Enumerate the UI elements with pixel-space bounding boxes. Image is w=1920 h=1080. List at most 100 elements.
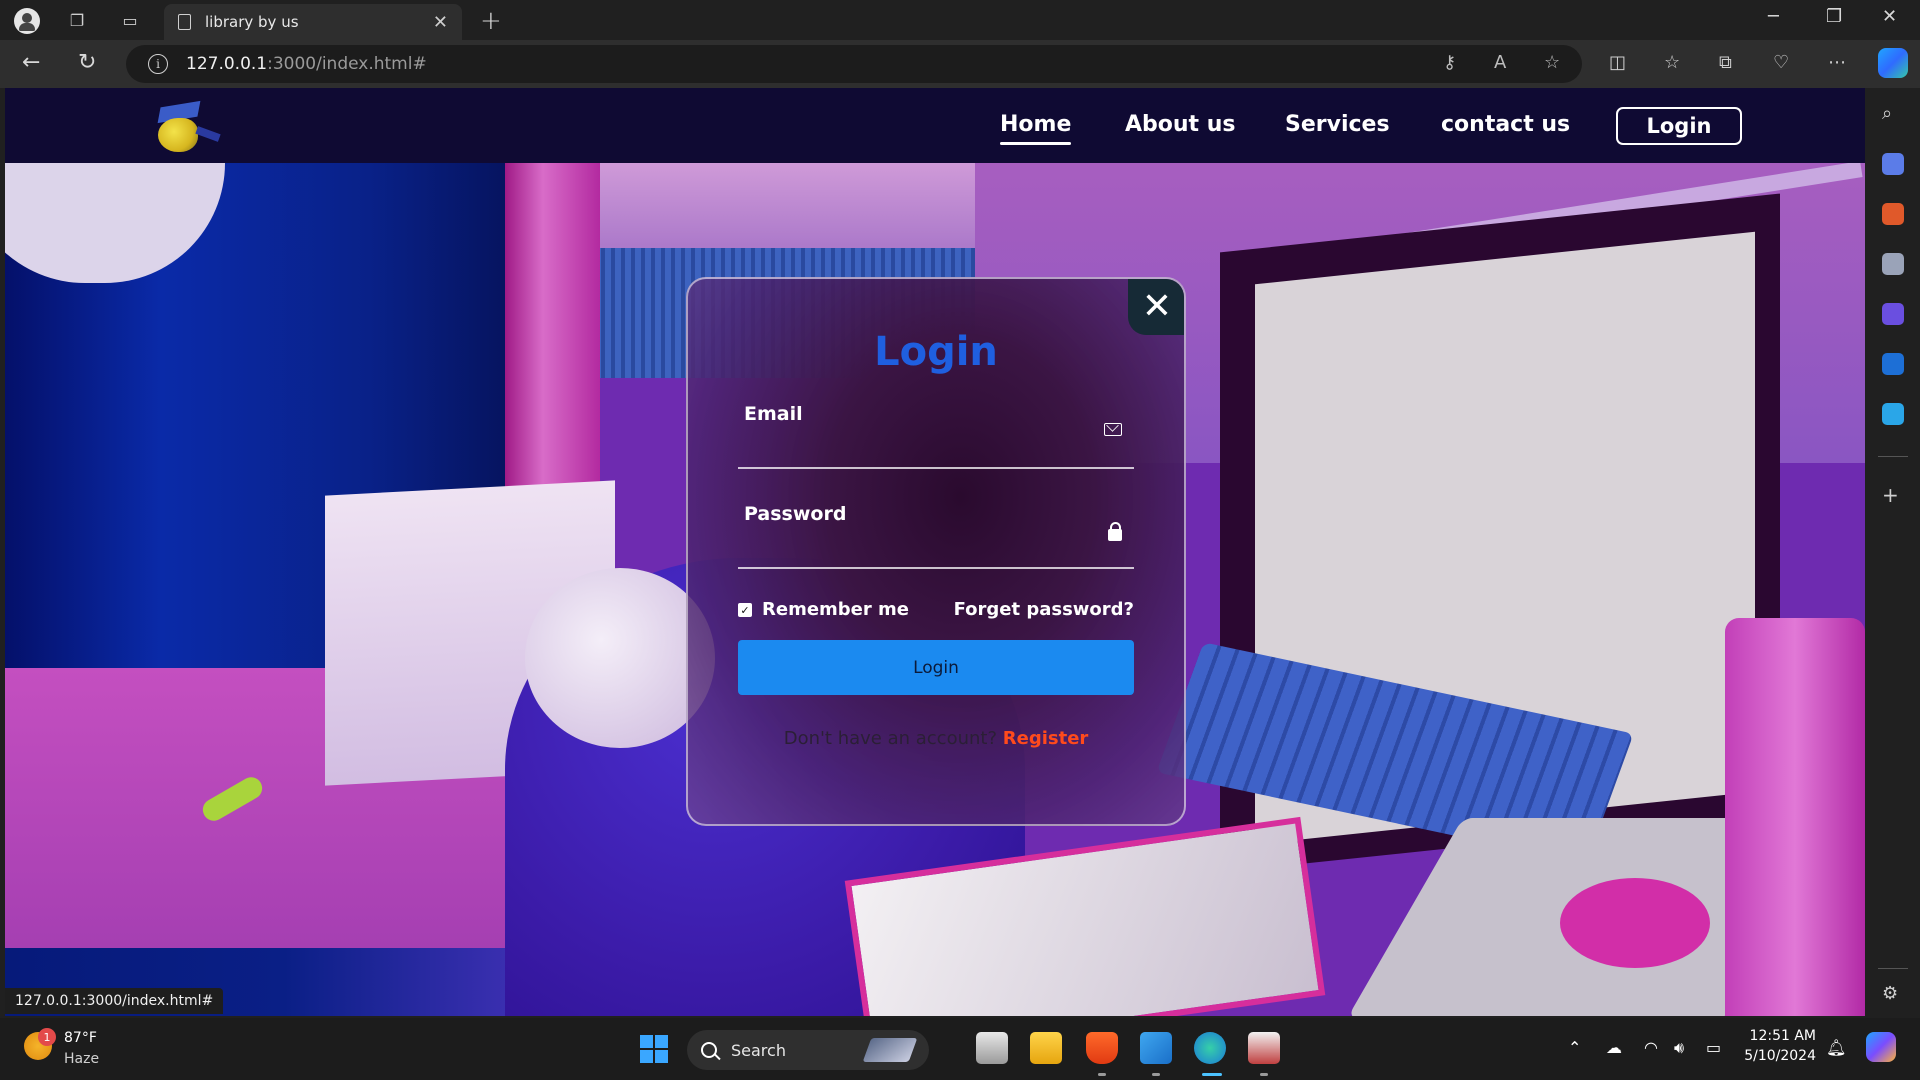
password-key-icon[interactable]: ⚷ [1443, 52, 1456, 73]
collections-icon[interactable]: ⧉ [1719, 52, 1732, 73]
site-header: Home About us Services contact us Login [5, 88, 1865, 163]
volume-icon[interactable]: 🔊︎ [1674, 1038, 1684, 1058]
nav-link-services[interactable]: Services [1285, 112, 1390, 137]
taskbar-search-placeholder: Search [731, 1040, 786, 1060]
search-icon [701, 1042, 717, 1058]
brave-browser-icon[interactable] [1086, 1032, 1118, 1064]
edge-browser-icon[interactable] [1194, 1032, 1226, 1064]
running-indicator [1260, 1073, 1268, 1076]
email-label: Email [744, 403, 803, 425]
clock-date: 5/10/2024 [1744, 1048, 1816, 1064]
search-highlight-icon [862, 1038, 918, 1062]
tab-title: library by us [205, 13, 299, 31]
sidebar-games-icon[interactable] [1882, 253, 1904, 275]
workspaces-icon[interactable]: ❐ [65, 8, 89, 32]
nav-link-contact[interactable]: contact us [1441, 112, 1570, 137]
lock-icon [1108, 522, 1122, 541]
sidebar-settings-icon[interactable]: ⚙ [1882, 983, 1904, 1005]
active-indicator [1202, 1073, 1222, 1076]
task-view-icon[interactable] [976, 1032, 1008, 1064]
sidebar-tools-icon[interactable] [1882, 203, 1904, 225]
close-icon[interactable]: ✕ [1128, 279, 1184, 335]
computer-mouse [1560, 878, 1710, 968]
site-info-icon[interactable]: i [148, 54, 168, 74]
weather-description[interactable]: Haze [64, 1051, 99, 1067]
clock-time: 12:51 AM [1749, 1028, 1816, 1044]
notification-bell-icon[interactable]: 🔔︎ [1826, 1038, 1846, 1057]
new-tab-button[interactable]: + [480, 6, 502, 36]
more-menu-icon[interactable]: ⋯ [1828, 52, 1846, 73]
tray-chevron-icon[interactable]: ⌃ [1568, 1038, 1581, 1057]
tab-close-icon[interactable]: ✕ [433, 12, 448, 33]
battery-icon[interactable]: ▭ [1706, 1038, 1721, 1057]
cup [1725, 618, 1865, 1016]
browser-titlebar: ❐ ▭ library by us ✕ + ─ ❐ ✕ [0, 0, 1920, 40]
start-menu-icon[interactable] [640, 1035, 668, 1063]
vertical-tabs-icon[interactable]: ▭ [118, 8, 142, 32]
forgot-password-link[interactable]: Forget password? [954, 599, 1134, 620]
wifi-icon[interactable]: ◠ [1644, 1038, 1658, 1057]
weather-temperature[interactable]: 87°F [64, 1030, 97, 1046]
weather-notification-badge: 1 [38, 1028, 56, 1046]
sidebar-outlook-icon[interactable] [1882, 353, 1904, 375]
snipping-tool-icon[interactable] [1248, 1032, 1280, 1064]
minimize-button[interactable]: ─ [1768, 6, 1779, 27]
sidebar-divider [1878, 456, 1908, 457]
email-field-group: Email [738, 399, 1134, 469]
browser-toolbar: ← ↻ i 127.0.0.1 :3000/index.html# ⚷ A ☆ … [0, 40, 1920, 88]
browser-essentials-icon[interactable]: ♡ [1773, 52, 1789, 73]
logo-pencil [195, 126, 221, 142]
favorites-icon[interactable]: ☆ [1664, 52, 1680, 73]
password-field[interactable] [744, 533, 1084, 561]
system-clock[interactable]: 12:51 AM 5/10/2024 [1740, 1028, 1816, 1064]
copilot-taskbar-icon[interactable] [1866, 1032, 1896, 1062]
address-bar[interactable]: i 127.0.0.1 :3000/index.html# [126, 45, 1582, 83]
taskbar-search[interactable]: Search [687, 1030, 929, 1070]
password-label: Password [744, 503, 847, 525]
login-submit-button[interactable]: Login [738, 640, 1134, 695]
header-login-button[interactable]: Login [1616, 107, 1742, 145]
vscode-icon[interactable] [1140, 1032, 1172, 1064]
windows-taskbar: 1 87°F Haze Search ⌃ ☁ ◠ 🔊︎ ▭ 12:51 AM 5… [0, 1018, 1920, 1080]
register-prompt-row: Don't have an account? Register [688, 728, 1184, 749]
sidebar-search-icon[interactable]: ⌕ [1882, 103, 1904, 125]
remember-me-label[interactable]: Remember me [762, 599, 909, 620]
password-field-group: Password [738, 499, 1134, 569]
onedrive-cloud-icon[interactable]: ☁ [1606, 1038, 1622, 1057]
running-indicator [1098, 1073, 1106, 1076]
sidebar-divider [1878, 968, 1908, 969]
page-document-icon [178, 14, 191, 30]
back-button[interactable]: ← [22, 50, 40, 75]
split-screen-icon[interactable]: ◫ [1609, 52, 1626, 73]
sidebar-add-icon[interactable]: + [1882, 483, 1904, 507]
copilot-icon[interactable] [1878, 48, 1908, 78]
sidebar-shopping-icon[interactable] [1882, 153, 1904, 175]
nav-link-about[interactable]: About us [1125, 112, 1235, 137]
read-aloud-icon[interactable]: A [1494, 52, 1506, 73]
url-path: :3000/index.html# [267, 54, 427, 74]
sidebar-office-icon[interactable] [1882, 303, 1904, 325]
window-blind [575, 163, 975, 253]
logo-bird [158, 118, 198, 152]
file-explorer-icon[interactable] [1030, 1032, 1062, 1064]
refresh-button[interactable]: ↻ [78, 50, 96, 75]
restore-button[interactable]: ❐ [1826, 6, 1842, 27]
remember-me-checkbox[interactable]: ✓ [738, 603, 752, 617]
site-logo-icon[interactable] [150, 100, 228, 154]
browser-tab-active[interactable]: library by us ✕ [164, 4, 462, 40]
envelope-icon [1104, 423, 1122, 436]
email-field[interactable] [744, 433, 1084, 461]
login-options-row: ✓ Remember me Forget password? [738, 597, 1134, 627]
profile-avatar-icon[interactable] [14, 8, 40, 34]
url-host: 127.0.0.1 [186, 54, 268, 74]
register-link[interactable]: Register [1003, 728, 1089, 749]
page-viewport: Home About us Services contact us Login … [5, 88, 1865, 1016]
favorite-star-icon[interactable]: ☆ [1544, 52, 1560, 73]
sidebar-drop-icon[interactable] [1882, 403, 1904, 425]
close-window-button[interactable]: ✕ [1882, 6, 1897, 27]
modal-title: Login [874, 329, 998, 375]
nav-link-home[interactable]: Home [1000, 112, 1072, 145]
status-url-tooltip: 127.0.0.1:3000/index.html# [5, 988, 224, 1014]
register-prompt-text: Don't have an account? [783, 728, 998, 749]
login-modal: ✕ Login Email Password ✓ Remember me For… [686, 277, 1186, 826]
